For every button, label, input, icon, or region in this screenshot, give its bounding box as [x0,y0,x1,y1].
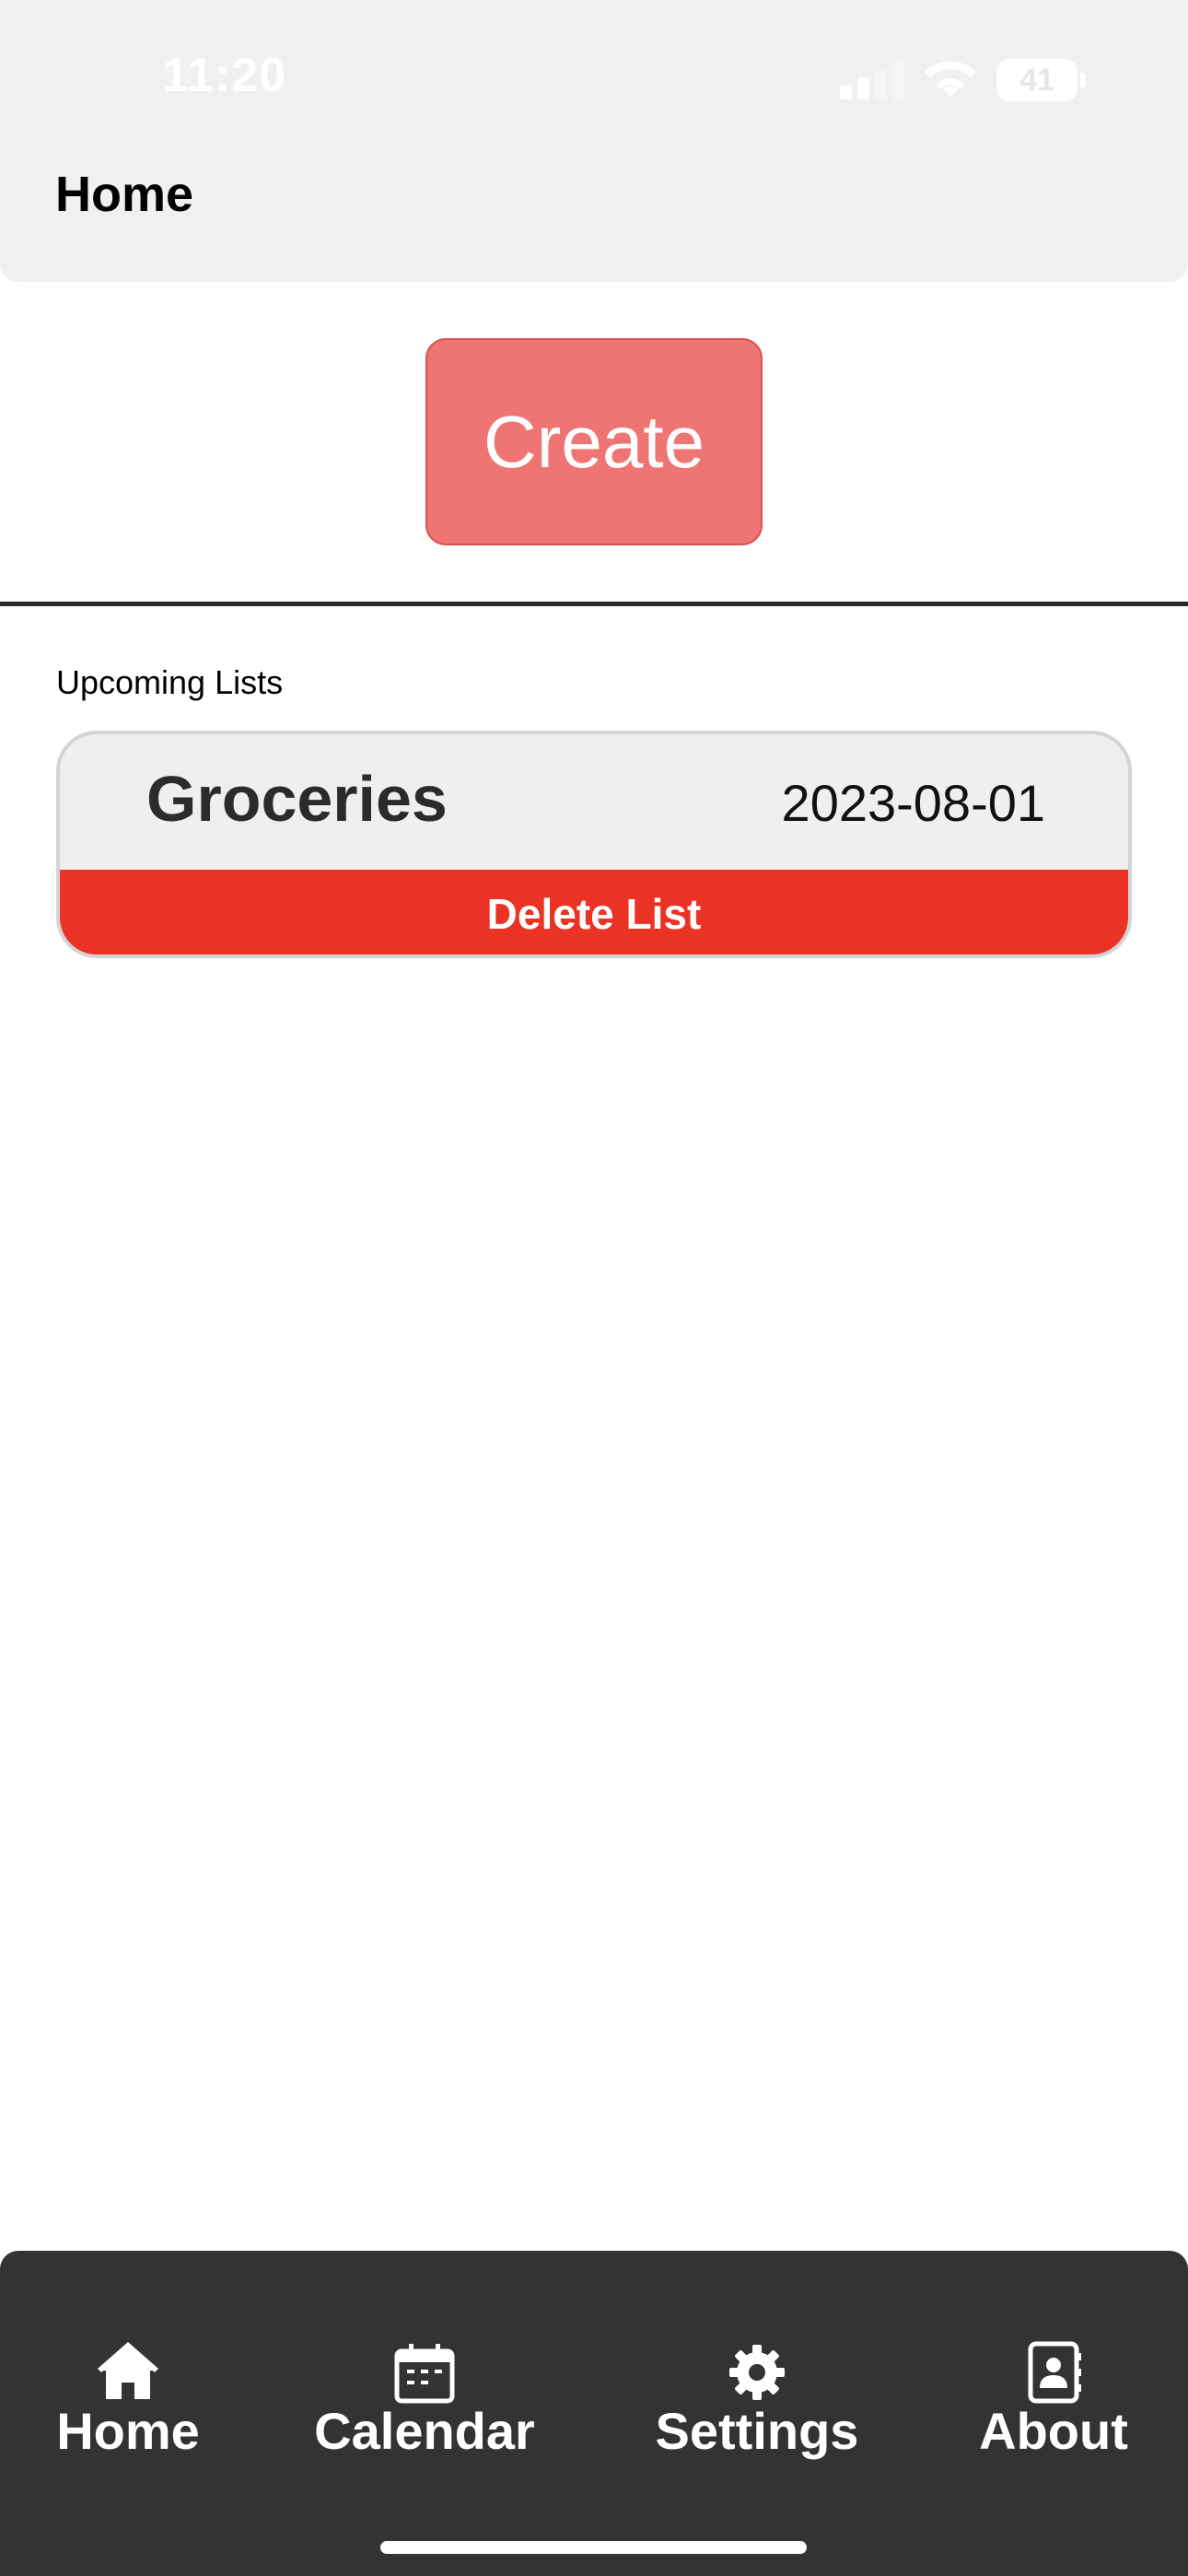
battery-level: 41 [996,59,1077,101]
page-title: Home [55,167,194,222]
status-time: 11:20 [162,49,287,102]
divider [0,602,1188,606]
header-bar: 11:20 41 Home [0,0,1188,282]
home-icon [98,2342,158,2399]
wifi-icon [925,61,976,98]
tab-calendar-label: Calendar [314,2402,535,2460]
list-card: Groceries 2023-08-01 Delete List [56,731,1132,958]
section-label: Upcoming Lists [56,663,284,701]
delete-list-button[interactable]: Delete List [60,870,1128,954]
home-indicator[interactable] [380,2541,807,2554]
calendar-icon [394,2344,455,2404]
tab-home[interactable]: Home [54,2340,202,2469]
tab-about-label: About [979,2402,1128,2460]
create-button[interactable]: Create [425,338,763,545]
tab-about[interactable]: About [976,2340,1131,2469]
tab-settings-label: Settings [655,2402,859,2460]
battery-icon: 41 [996,59,1087,101]
tab-home-label: Home [56,2402,200,2460]
tab-settings[interactable]: Settings [650,2340,864,2469]
contact-book-icon [1028,2341,1081,2404]
signal-icon [840,61,904,100]
status-bar: 11:20 41 [0,0,1188,157]
list-item[interactable]: Groceries 2023-08-01 [60,734,1128,870]
gear-icon [729,2345,785,2400]
list-date: 2023-08-01 [781,774,1045,832]
tab-calendar[interactable]: Calendar [309,2340,540,2469]
list-name: Groceries [146,763,448,835]
